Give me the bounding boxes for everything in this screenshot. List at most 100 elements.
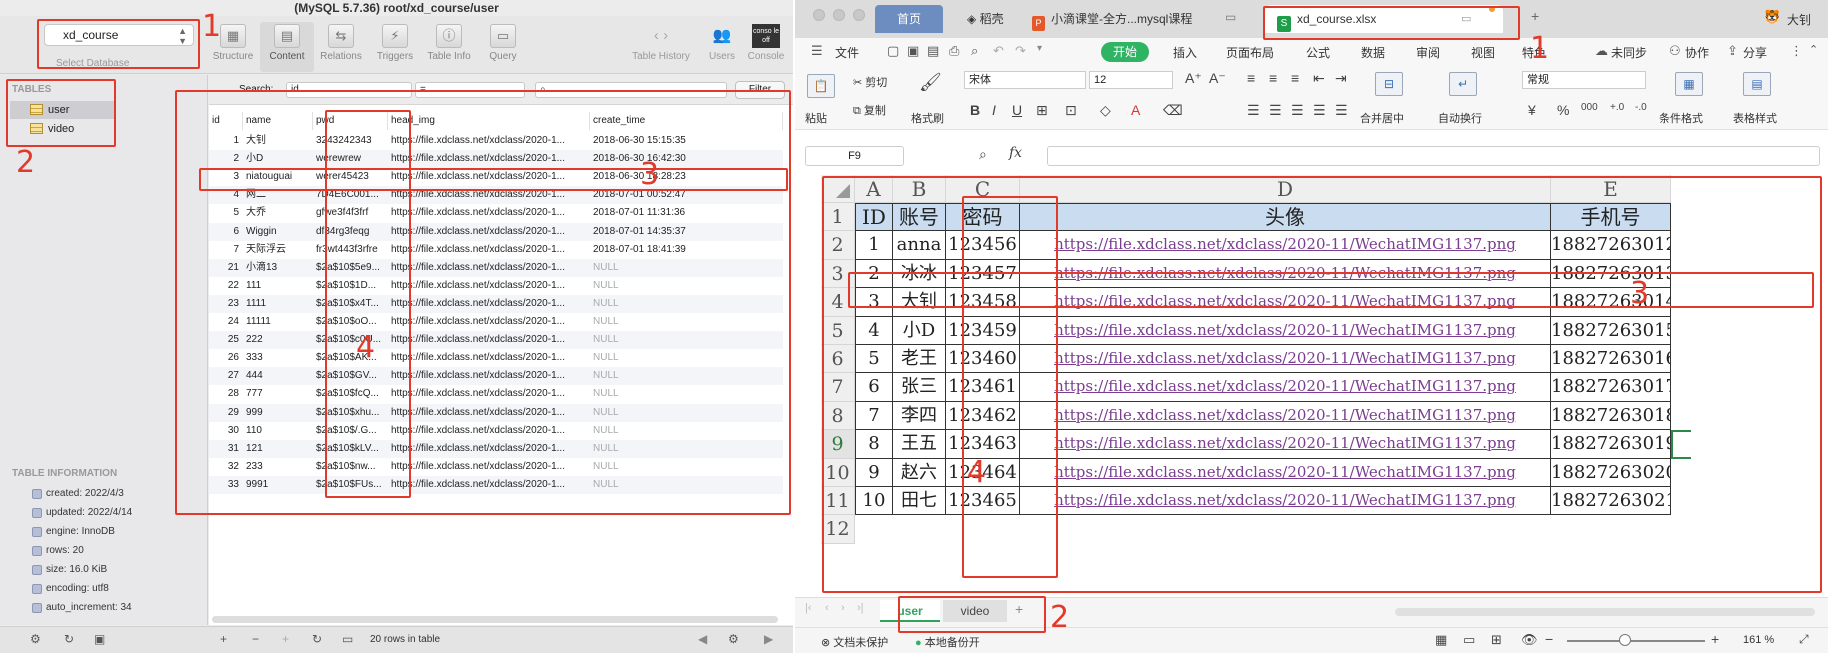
table-info-button[interactable]: ⓘ Table Info bbox=[422, 22, 476, 72]
refresh-table-icon[interactable]: ↻ bbox=[312, 632, 322, 646]
currency-icon[interactable]: ¥ bbox=[1528, 102, 1536, 118]
normal-view-icon[interactable]: ▦ bbox=[1435, 632, 1447, 648]
indent-increase-icon[interactable]: ⇥ bbox=[1335, 70, 1347, 87]
add-row-icon[interactable]: + bbox=[220, 632, 227, 646]
tab-home[interactable]: 首页 bbox=[875, 5, 944, 33]
increase-font-icon[interactable]: A⁺ bbox=[1185, 70, 1202, 87]
menu-data[interactable]: 数据 bbox=[1361, 44, 1385, 61]
align-middle-icon[interactable]: ≡ bbox=[1269, 70, 1277, 86]
query-button[interactable]: ▭ Query bbox=[476, 22, 530, 72]
align-right-icon[interactable]: ☰ bbox=[1291, 102, 1304, 119]
tab-ppt[interactable]: P 小滴课堂-全方...mysql课程 bbox=[1020, 5, 1220, 33]
content-button[interactable]: ▤ Content bbox=[260, 22, 314, 72]
more-icon[interactable]: ⋮ bbox=[1790, 43, 1803, 59]
menu-start[interactable]: 开始 bbox=[1101, 42, 1150, 62]
menu-file[interactable]: 文件 bbox=[835, 44, 859, 61]
distributed-icon[interactable]: ☰ bbox=[1335, 102, 1348, 119]
table-style-icon[interactable]: ▤ bbox=[1743, 72, 1771, 96]
save-icon[interactable]: ▣ bbox=[907, 43, 919, 59]
formula-input[interactable] bbox=[1047, 146, 1820, 166]
conditional-format-icon[interactable]: ▦ bbox=[1675, 72, 1703, 96]
menu-insert[interactable]: 插入 bbox=[1173, 44, 1197, 61]
cut-button[interactable]: ✂ 剪切 bbox=[853, 74, 887, 90]
triggers-button[interactable]: ⚡ Triggers bbox=[368, 22, 422, 72]
backup-status[interactable]: ● 本地备份开 bbox=[915, 634, 980, 650]
merge-center-icon[interactable]: ⊟ bbox=[1375, 72, 1403, 96]
name-box[interactable]: F9 bbox=[805, 146, 904, 166]
users-button[interactable]: 👥 Users bbox=[702, 22, 742, 72]
sheet-horizontal-scrollbar[interactable] bbox=[1395, 608, 1815, 616]
decrease-font-icon[interactable]: A⁻ bbox=[1209, 70, 1226, 87]
align-center-icon[interactable]: ☰ bbox=[1269, 102, 1282, 119]
refresh-icon[interactable]: ↻ bbox=[64, 632, 74, 646]
table-style-button[interactable]: 表格样式 bbox=[1733, 110, 1777, 126]
fx-icon[interactable]: fx bbox=[1009, 145, 1022, 161]
decrease-decimal-icon[interactable]: -.0 bbox=[1635, 102, 1647, 113]
cell-style-icon[interactable]: ⊡ bbox=[1065, 102, 1077, 119]
align-top-icon[interactable]: ≡ bbox=[1247, 70, 1255, 86]
bold-icon[interactable]: B bbox=[970, 102, 980, 118]
console-button[interactable]: conso le off Console bbox=[744, 22, 788, 72]
sync-status[interactable]: 未同步 bbox=[1611, 44, 1647, 61]
tab-docer[interactable]: ◈ 稻壳 bbox=[955, 5, 1017, 33]
gear-icon[interactable]: ⚙ bbox=[30, 632, 41, 646]
prev-sheet-icon[interactable]: ‹ bbox=[825, 602, 829, 614]
wrap-text-icon[interactable]: ↵ bbox=[1449, 72, 1477, 96]
duplicate-row-icon[interactable]: + bbox=[282, 632, 289, 646]
zoom-slider-thumb[interactable] bbox=[1619, 634, 1631, 646]
thousands-icon[interactable]: 000 bbox=[1581, 102, 1598, 113]
table-history-button[interactable]: ‹ › Table History bbox=[625, 22, 697, 72]
redo-icon[interactable]: ↷ bbox=[1015, 43, 1026, 59]
collaborate-button[interactable]: 协作 bbox=[1685, 44, 1709, 61]
justify-icon[interactable]: ☰ bbox=[1313, 102, 1326, 119]
underline-icon[interactable]: U bbox=[1012, 102, 1022, 118]
conditional-format-button[interactable]: 条件格式 bbox=[1659, 110, 1703, 126]
new-tab-icon[interactable]: + bbox=[1531, 8, 1539, 24]
clear-format-icon[interactable]: ⌫ bbox=[1163, 102, 1183, 119]
undo-icon[interactable]: ↶ bbox=[993, 43, 1004, 59]
align-left-icon[interactable]: ☰ bbox=[1247, 102, 1260, 119]
borders-icon[interactable]: ⊞ bbox=[1036, 102, 1048, 119]
copy-button[interactable]: ⧉ 复制 bbox=[853, 102, 886, 118]
pagination-gear-icon[interactable]: ⚙ bbox=[728, 632, 739, 646]
user-name[interactable]: 大钊 bbox=[1787, 11, 1811, 28]
reading-mode-icon[interactable]: 👁 bbox=[1521, 632, 1538, 648]
last-sheet-icon[interactable]: ›| bbox=[857, 602, 864, 614]
pagination-icon[interactable]: ▭ bbox=[342, 632, 353, 646]
percent-icon[interactable]: % bbox=[1557, 102, 1569, 118]
page-break-view-icon[interactable]: ⊞ bbox=[1491, 632, 1502, 648]
increase-decimal-icon[interactable]: +.0 bbox=[1610, 102, 1624, 113]
export-pdf-icon[interactable]: ▤ bbox=[927, 43, 939, 59]
menu-formulas[interactable]: 公式 bbox=[1306, 44, 1330, 61]
fullscreen-icon[interactable]: ⤢ bbox=[1799, 632, 1809, 647]
protection-status[interactable]: ⊗ 文档未保护 bbox=[821, 634, 888, 650]
next-sheet-icon[interactable]: › bbox=[841, 602, 845, 614]
number-format-select[interactable]: 常规 bbox=[1522, 71, 1646, 89]
zoom-out-icon[interactable]: − bbox=[1545, 631, 1553, 647]
paste-button[interactable]: 粘贴 bbox=[805, 110, 827, 126]
remove-row-icon[interactable]: − bbox=[252, 632, 259, 646]
next-page-icon[interactable]: ▶ bbox=[764, 632, 773, 646]
font-size-select[interactable]: 12 bbox=[1089, 71, 1173, 89]
window-zoom-icon[interactable] bbox=[853, 9, 865, 21]
format-painter-icon[interactable]: 🖌 bbox=[919, 72, 942, 93]
quick-access-dropdown-icon[interactable]: ▾ bbox=[1037, 43, 1042, 54]
page-layout-view-icon[interactable]: ▭ bbox=[1463, 632, 1475, 648]
user-avatar-icon[interactable]: 🐯 bbox=[1764, 9, 1780, 25]
print-preview-icon[interactable]: ⌕ bbox=[971, 43, 978, 59]
font-color-icon[interactable]: A bbox=[1131, 102, 1140, 118]
horizontal-scrollbar[interactable] bbox=[212, 616, 778, 623]
zoom-in-icon[interactable]: + bbox=[1711, 631, 1719, 647]
open-folder-icon[interactable]: ▢ bbox=[887, 43, 899, 59]
italic-icon[interactable]: I bbox=[992, 102, 996, 118]
share-button[interactable]: 分享 bbox=[1743, 44, 1767, 61]
export-icon[interactable]: ▣ bbox=[94, 632, 105, 646]
window-minimize-icon[interactable] bbox=[833, 9, 845, 21]
menu-view[interactable]: 视图 bbox=[1471, 44, 1495, 61]
relations-button[interactable]: ⇆ Relations bbox=[314, 22, 368, 72]
first-sheet-icon[interactable]: |‹ bbox=[805, 602, 812, 614]
paste-icon[interactable]: 📋 bbox=[807, 74, 835, 98]
font-name-select[interactable]: 宋体 bbox=[964, 71, 1086, 89]
zoom-slider[interactable] bbox=[1567, 640, 1705, 642]
menu-page-layout[interactable]: 页面布局 bbox=[1226, 44, 1274, 61]
